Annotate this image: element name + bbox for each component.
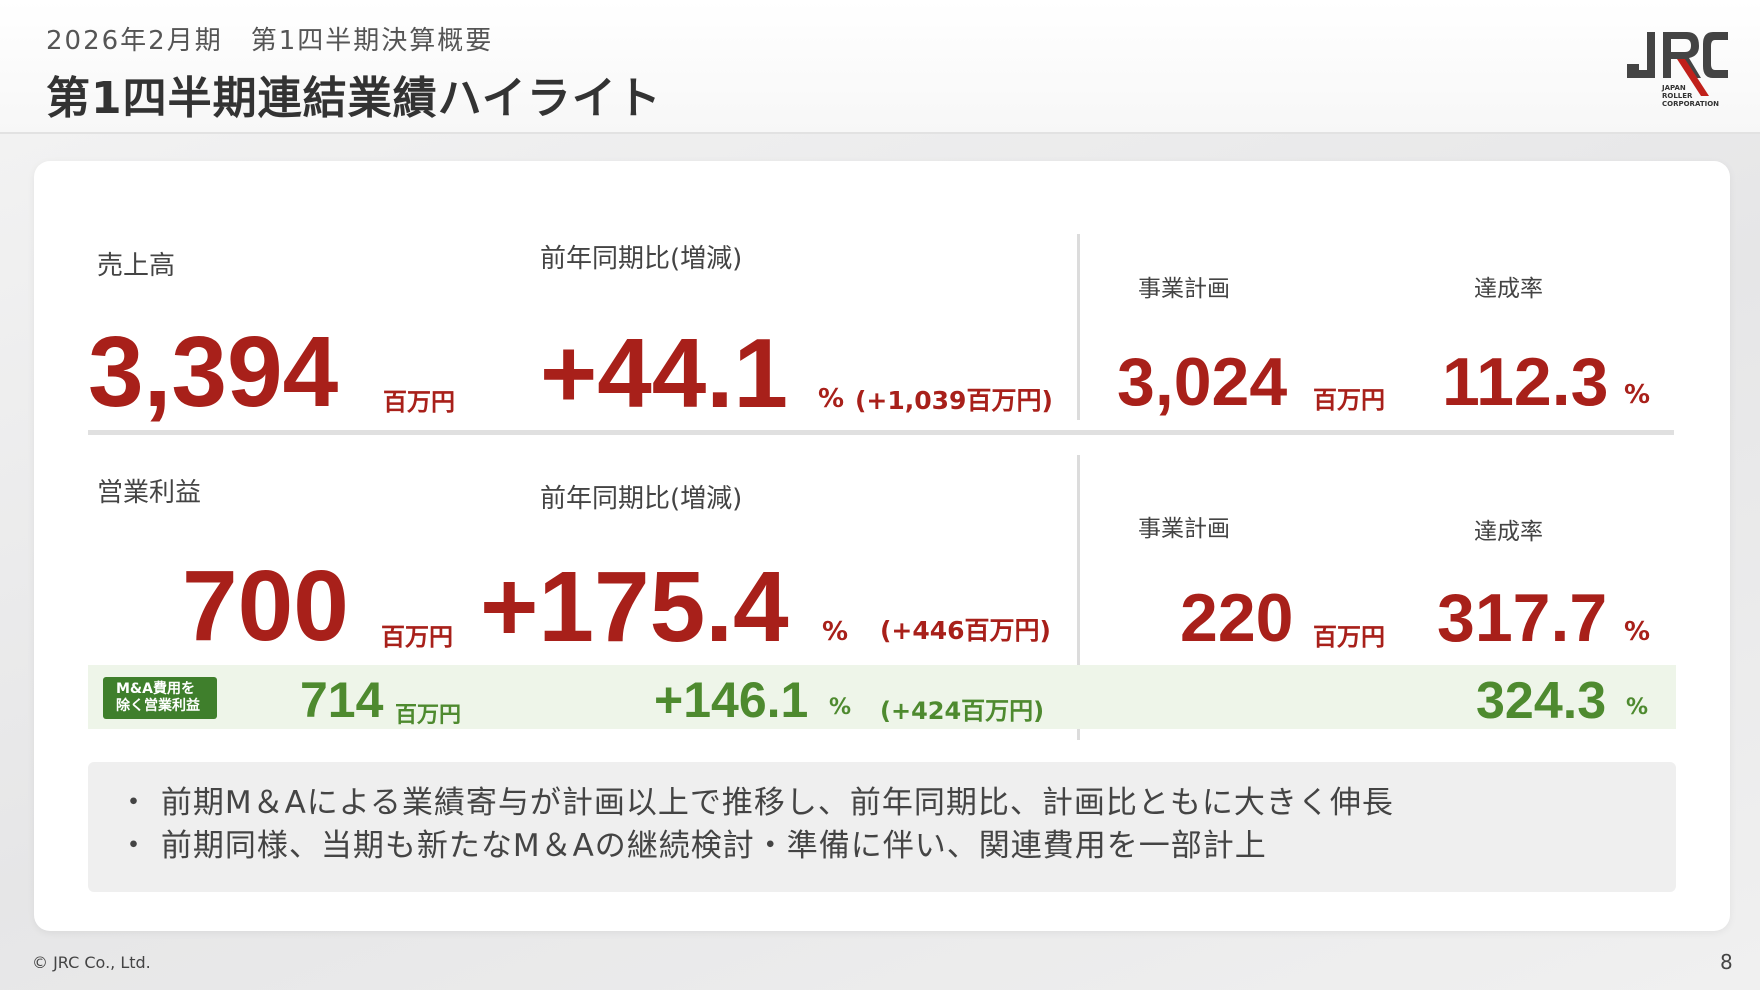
note-item: ・ 前期M＆Aによる業績寄与が計画以上で推移し、前年同期比、計画比ともに大きく伸… bbox=[118, 785, 1394, 821]
divider-horizontal bbox=[88, 430, 1674, 435]
op-income-rate-label: 達成率 bbox=[1474, 519, 1543, 545]
op-income-unit: 百万円 bbox=[381, 623, 453, 651]
slide: 2026年2月期 第1四半期決算概要 第1四半期連結業績ハイライト JAPAN … bbox=[0, 0, 1760, 990]
slide-title: 第1四半期連結業績ハイライト bbox=[46, 73, 662, 124]
sales-plan-value: 3,024 bbox=[1117, 344, 1288, 420]
sales-plan-unit: 百万円 bbox=[1313, 386, 1385, 414]
op-income-yoy-pct: % bbox=[822, 617, 849, 647]
slide-header: 2026年2月期 第1四半期決算概要 第1四半期連結業績ハイライト JAPAN … bbox=[0, 0, 1760, 134]
excl-ma-yoy-pct: % bbox=[829, 695, 852, 720]
excl-ma-value: 714 bbox=[300, 672, 384, 728]
sales-yoy-pct: % bbox=[818, 384, 845, 414]
sales-yoy-label: 前年同期比(増減) bbox=[540, 244, 743, 274]
sales-rate-pct: % bbox=[1624, 380, 1651, 410]
sales-yoy-value: +44.1 bbox=[540, 318, 788, 428]
sales-unit: 百万円 bbox=[383, 388, 455, 416]
op-income-value: 700 bbox=[182, 550, 349, 662]
excl-ma-rate-value: 324.3 bbox=[1476, 672, 1607, 730]
op-income-plan-label: 事業計画 bbox=[1138, 516, 1230, 542]
sales-plan-label: 事業計画 bbox=[1138, 276, 1230, 302]
page-number: 8 bbox=[1720, 950, 1733, 974]
sales-value: 3,394 bbox=[88, 316, 339, 428]
sales-rate-value: 112.3 bbox=[1442, 344, 1609, 420]
divider-vertical-top bbox=[1077, 234, 1080, 420]
op-income-label: 営業利益 bbox=[97, 478, 202, 508]
excl-ma-yoy-diff: (+424百万円) bbox=[880, 697, 1045, 725]
sales-yoy-diff: (+1,039百万円) bbox=[855, 386, 1053, 415]
op-income-rate-value: 317.7 bbox=[1437, 580, 1608, 656]
op-income-yoy-label: 前年同期比(増減) bbox=[540, 484, 743, 514]
op-income-rate-pct: % bbox=[1624, 617, 1651, 647]
copyright: © JRC Co., Ltd. bbox=[32, 953, 151, 972]
notes-box: ・ 前期M＆Aによる業績寄与が計画以上で推移し、前年同期比、計画比ともに大きく伸… bbox=[88, 762, 1676, 892]
excl-ma-rate-pct: % bbox=[1626, 695, 1649, 720]
sales-rate-label: 達成率 bbox=[1474, 276, 1543, 302]
logo-caption: JAPAN ROLLER CORPORATION bbox=[1662, 84, 1720, 108]
excl-ma-badge: M&A費用を 除く営業利益 bbox=[103, 677, 217, 719]
excl-ma-unit: 百万円 bbox=[395, 703, 462, 728]
op-income-yoy-value: +175.4 bbox=[480, 551, 789, 663]
op-income-plan-value: 220 bbox=[1180, 580, 1294, 656]
sales-label: 売上高 bbox=[97, 251, 176, 281]
excl-ma-yoy-value: +146.1 bbox=[654, 672, 809, 728]
op-income-plan-unit: 百万円 bbox=[1313, 623, 1385, 651]
op-income-yoy-diff: (+446百万円) bbox=[880, 616, 1051, 645]
note-item: ・ 前期同様、当期も新たなM＆Aの継続検討・準備に伴い、関連費用を一部計上 bbox=[118, 828, 1267, 864]
slide-subtitle: 2026年2月期 第1四半期決算概要 bbox=[46, 26, 494, 56]
